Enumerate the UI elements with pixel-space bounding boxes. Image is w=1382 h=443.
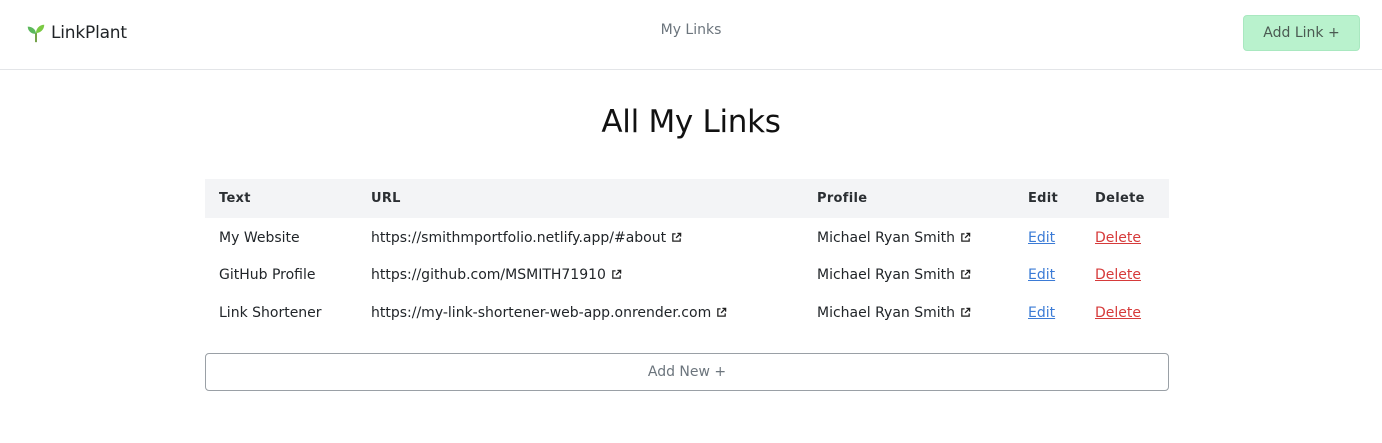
- navbar: LinkPlant My Links Add Link +: [0, 0, 1382, 70]
- add-link-button[interactable]: Add Link +: [1243, 15, 1360, 51]
- nav-my-links-link[interactable]: My Links: [661, 22, 722, 38]
- external-link-icon: [717, 307, 727, 317]
- external-link-icon: [612, 269, 622, 279]
- links-table: Text URL Profile Edit Delete My Website …: [205, 179, 1169, 332]
- edit-cell: Edit: [1014, 256, 1081, 294]
- link-text: Link Shortener: [219, 305, 322, 321]
- header-delete: Delete: [1081, 179, 1169, 218]
- profile-cell[interactable]: Michael Ryan Smith: [803, 294, 1014, 332]
- delete-link[interactable]: Delete: [1095, 230, 1141, 246]
- header-profile: Profile: [803, 179, 1014, 218]
- edit-link[interactable]: Edit: [1028, 267, 1055, 283]
- edit-link[interactable]: Edit: [1028, 230, 1055, 246]
- header-text: Text: [205, 179, 357, 218]
- link-url[interactable]: https://my-link-shortener-web-app.onrend…: [371, 305, 711, 321]
- external-link-icon: [961, 307, 971, 317]
- external-link-icon: [961, 269, 971, 279]
- brand-name: LinkPlant: [51, 23, 127, 43]
- page-title: All My Links: [601, 104, 781, 140]
- table-row: GitHub Profile https://github.com/MSMITH…: [205, 256, 1169, 294]
- edit-cell: Edit: [1014, 294, 1081, 332]
- table-row: Link Shortener https://my-link-shortener…: [205, 294, 1169, 332]
- brand-logo-link[interactable]: LinkPlant: [25, 20, 127, 46]
- table-row: My Website https://smithmportfolio.netli…: [205, 218, 1169, 256]
- header-url: URL: [357, 179, 803, 218]
- delete-link[interactable]: Delete: [1095, 305, 1141, 321]
- add-new-button[interactable]: Add New +: [205, 353, 1169, 391]
- link-text: GitHub Profile: [219, 267, 316, 283]
- delete-cell: Delete: [1081, 256, 1169, 294]
- delete-cell: Delete: [1081, 218, 1169, 256]
- link-url-cell[interactable]: https://github.com/MSMITH71910: [357, 256, 803, 294]
- table-header-row: Text URL Profile Edit Delete: [205, 179, 1169, 218]
- link-url-cell[interactable]: https://smithmportfolio.netlify.app/#abo…: [357, 218, 803, 256]
- seedling-icon: [27, 24, 45, 43]
- header-edit: Edit: [1014, 179, 1081, 218]
- link-url-cell[interactable]: https://my-link-shortener-web-app.onrend…: [357, 294, 803, 332]
- link-url[interactable]: https://github.com/MSMITH71910: [371, 267, 606, 283]
- profile-cell[interactable]: Michael Ryan Smith: [803, 218, 1014, 256]
- delete-link[interactable]: Delete: [1095, 267, 1141, 283]
- profile-name[interactable]: Michael Ryan Smith: [817, 230, 955, 246]
- edit-link[interactable]: Edit: [1028, 305, 1055, 321]
- edit-cell: Edit: [1014, 218, 1081, 256]
- link-text: My Website: [219, 230, 300, 246]
- profile-name[interactable]: Michael Ryan Smith: [817, 305, 955, 321]
- profile-name[interactable]: Michael Ryan Smith: [817, 267, 955, 283]
- external-link-icon: [961, 232, 971, 242]
- link-url[interactable]: https://smithmportfolio.netlify.app/#abo…: [371, 230, 666, 246]
- nav-center: My Links: [0, 22, 1382, 38]
- delete-cell: Delete: [1081, 294, 1169, 332]
- external-link-icon: [672, 232, 682, 242]
- profile-cell[interactable]: Michael Ryan Smith: [803, 256, 1014, 294]
